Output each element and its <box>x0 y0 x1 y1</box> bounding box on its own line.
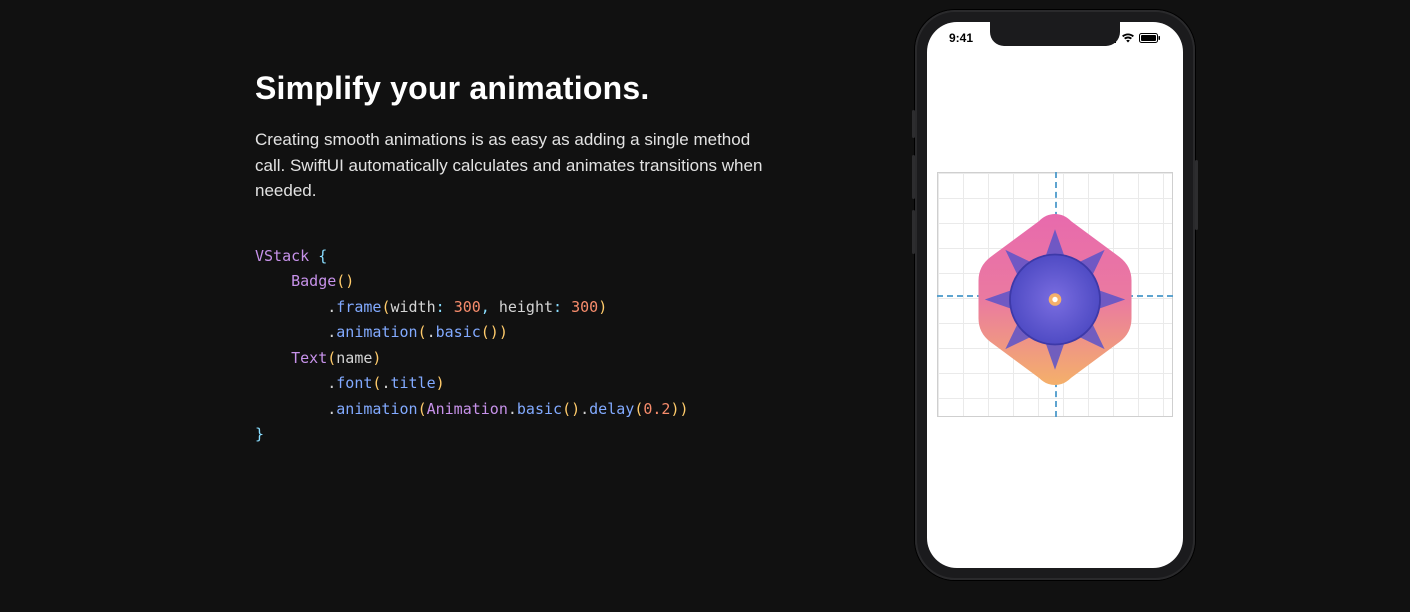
code-token: width <box>390 298 435 316</box>
phone-frame: 9:41 <box>915 10 1195 580</box>
content-column: Simplify your animations. Creating smoot… <box>255 10 815 448</box>
preview-canvas <box>937 172 1173 417</box>
section-title: Simplify your animations. <box>255 70 815 107</box>
phone-power-button <box>1195 160 1198 230</box>
code-token: ) <box>679 400 688 418</box>
code-token <box>309 247 318 265</box>
code-token <box>255 323 327 341</box>
code-token: } <box>255 425 264 443</box>
code-token: animation <box>336 323 417 341</box>
code-token <box>255 374 327 392</box>
code-token: () <box>562 400 580 418</box>
code-token: { <box>318 247 327 265</box>
code-token: () <box>481 323 499 341</box>
phone-screen: 9:41 <box>927 22 1183 568</box>
code-token: . <box>580 400 589 418</box>
code-token: Text <box>291 349 327 367</box>
code-token: . <box>508 400 517 418</box>
phone-preview-column: 9:41 <box>905 10 1205 580</box>
code-token: 300 <box>571 298 598 316</box>
code-token: . <box>427 323 436 341</box>
code-token: , <box>481 298 490 316</box>
status-time: 9:41 <box>949 31 973 45</box>
code-token <box>255 298 327 316</box>
code-token: VStack <box>255 247 309 265</box>
code-token: basic <box>517 400 562 418</box>
code-token: basic <box>436 323 481 341</box>
code-token <box>445 298 454 316</box>
code-token: Badge <box>291 272 336 290</box>
code-token: : <box>436 298 445 316</box>
code-token: 300 <box>454 298 481 316</box>
code-token: : <box>553 298 562 316</box>
phone-mute-switch <box>912 110 915 138</box>
code-token: ) <box>372 349 381 367</box>
code-token: ( <box>327 349 336 367</box>
phone-volume-down <box>912 210 915 254</box>
code-token: name <box>336 349 372 367</box>
wifi-icon <box>1121 33 1135 43</box>
code-token: ) <box>436 374 445 392</box>
code-token <box>255 272 291 290</box>
code-token <box>255 400 327 418</box>
code-token: title <box>390 374 435 392</box>
code-token: ( <box>634 400 643 418</box>
code-token: animation <box>336 400 417 418</box>
code-token: font <box>336 374 372 392</box>
code-token: frame <box>336 298 381 316</box>
code-token: . <box>327 298 336 316</box>
battery-icon <box>1139 33 1161 43</box>
code-token: delay <box>589 400 634 418</box>
code-token: height <box>490 298 553 316</box>
code-token: 0.2 <box>643 400 670 418</box>
section-description: Creating smooth animations is as easy as… <box>255 127 775 204</box>
code-token: . <box>327 400 336 418</box>
code-token: . <box>327 374 336 392</box>
code-token: ) <box>598 298 607 316</box>
code-token: ( <box>418 400 427 418</box>
code-token <box>255 349 291 367</box>
code-token: () <box>336 272 354 290</box>
code-token: ) <box>499 323 508 341</box>
code-block: VStack { Badge() .frame(width: 300, heig… <box>255 244 815 448</box>
code-token: Animation <box>427 400 508 418</box>
guide-vertical <box>1055 172 1057 417</box>
code-token: ( <box>418 323 427 341</box>
phone-volume-up <box>912 155 915 199</box>
code-token <box>562 298 571 316</box>
phone-notch <box>990 22 1120 46</box>
code-token: . <box>327 323 336 341</box>
